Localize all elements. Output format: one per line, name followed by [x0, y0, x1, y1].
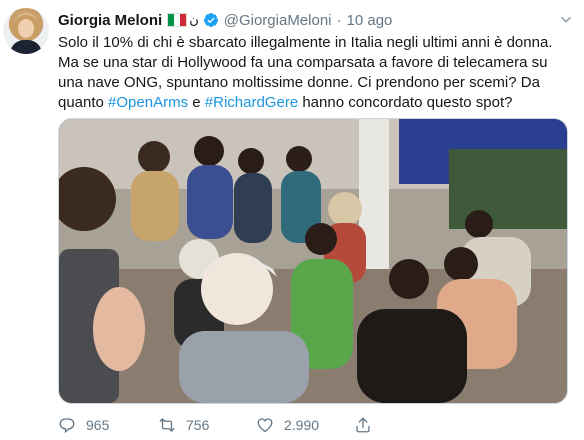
photo-person — [286, 146, 312, 172]
tweet-header: Giorgia Meloni ن @GiorgiaMeloni · 10 ago — [58, 10, 392, 30]
avatar[interactable] — [3, 8, 49, 54]
share-button[interactable] — [354, 416, 382, 434]
photo-person — [465, 210, 493, 238]
name-glyph: ن — [189, 12, 199, 27]
retweet-count: 756 — [186, 417, 210, 433]
tweet-actions: 965 756 2.990 — [58, 416, 558, 438]
photo-dark-cloth — [449, 149, 567, 229]
photo-person — [234, 173, 272, 243]
tweet-text-line: Solo il 10% di chi è sbarcato illegalmen… — [58, 34, 553, 51]
photo-person — [357, 309, 467, 403]
like-button[interactable]: 2.990 — [256, 416, 319, 434]
photo-person — [187, 165, 233, 239]
tweet-text: Solo il 10% di chi è sbarcato illegalmen… — [58, 33, 573, 113]
tweet-text-line: una nave ONG, spuntano moltissime donne.… — [58, 74, 540, 91]
reply-count: 965 — [86, 417, 110, 433]
avatar-body — [10, 40, 42, 54]
tweet-photo[interactable] — [58, 118, 568, 404]
photo-raised-hand — [93, 287, 145, 371]
share-icon — [356, 417, 370, 433]
tweet[interactable]: Giorgia Meloni ن @GiorgiaMeloni · 10 ago… — [0, 0, 584, 440]
heart-icon — [257, 418, 273, 433]
author-name[interactable]: Giorgia Meloni — [58, 12, 162, 29]
reply-icon — [59, 418, 75, 434]
photo-person — [305, 223, 337, 255]
author-handle[interactable]: @GiorgiaMeloni — [224, 12, 332, 29]
italian-flag-icon — [167, 13, 188, 27]
header-separator: · — [336, 11, 342, 29]
photo-person — [138, 141, 170, 173]
photo-person — [444, 247, 478, 281]
photo-scene — [59, 119, 567, 403]
photo-person — [131, 171, 179, 241]
photo-person — [328, 192, 362, 226]
avatar-face — [18, 19, 34, 38]
retweet-icon — [159, 418, 175, 432]
photo-person — [194, 136, 224, 166]
text-fragment: quanto — [58, 94, 109, 111]
like-count: 2.990 — [284, 417, 320, 433]
tweet-timestamp[interactable]: 10 ago — [347, 12, 393, 29]
retweet-button[interactable]: 756 — [158, 416, 209, 434]
text-fragment: e — [188, 94, 205, 111]
hashtag-link[interactable]: #RichardGere — [205, 94, 298, 111]
photo-person — [238, 148, 264, 174]
tweet-text-line: Ma se una star di Hollywood fa una compa… — [58, 54, 548, 71]
chevron-down-icon[interactable] — [559, 13, 573, 27]
hashtag-link[interactable]: #OpenArms — [108, 94, 188, 111]
photo-person — [389, 259, 429, 299]
verified-badge-icon — [203, 13, 218, 27]
text-fragment: hanno concordato questo spot? — [298, 94, 513, 111]
tweet-text-line: quanto #OpenArms e #RichardGere hanno co… — [58, 93, 573, 113]
photo-grey-shirt — [179, 331, 309, 403]
reply-button[interactable]: 965 — [58, 416, 109, 434]
